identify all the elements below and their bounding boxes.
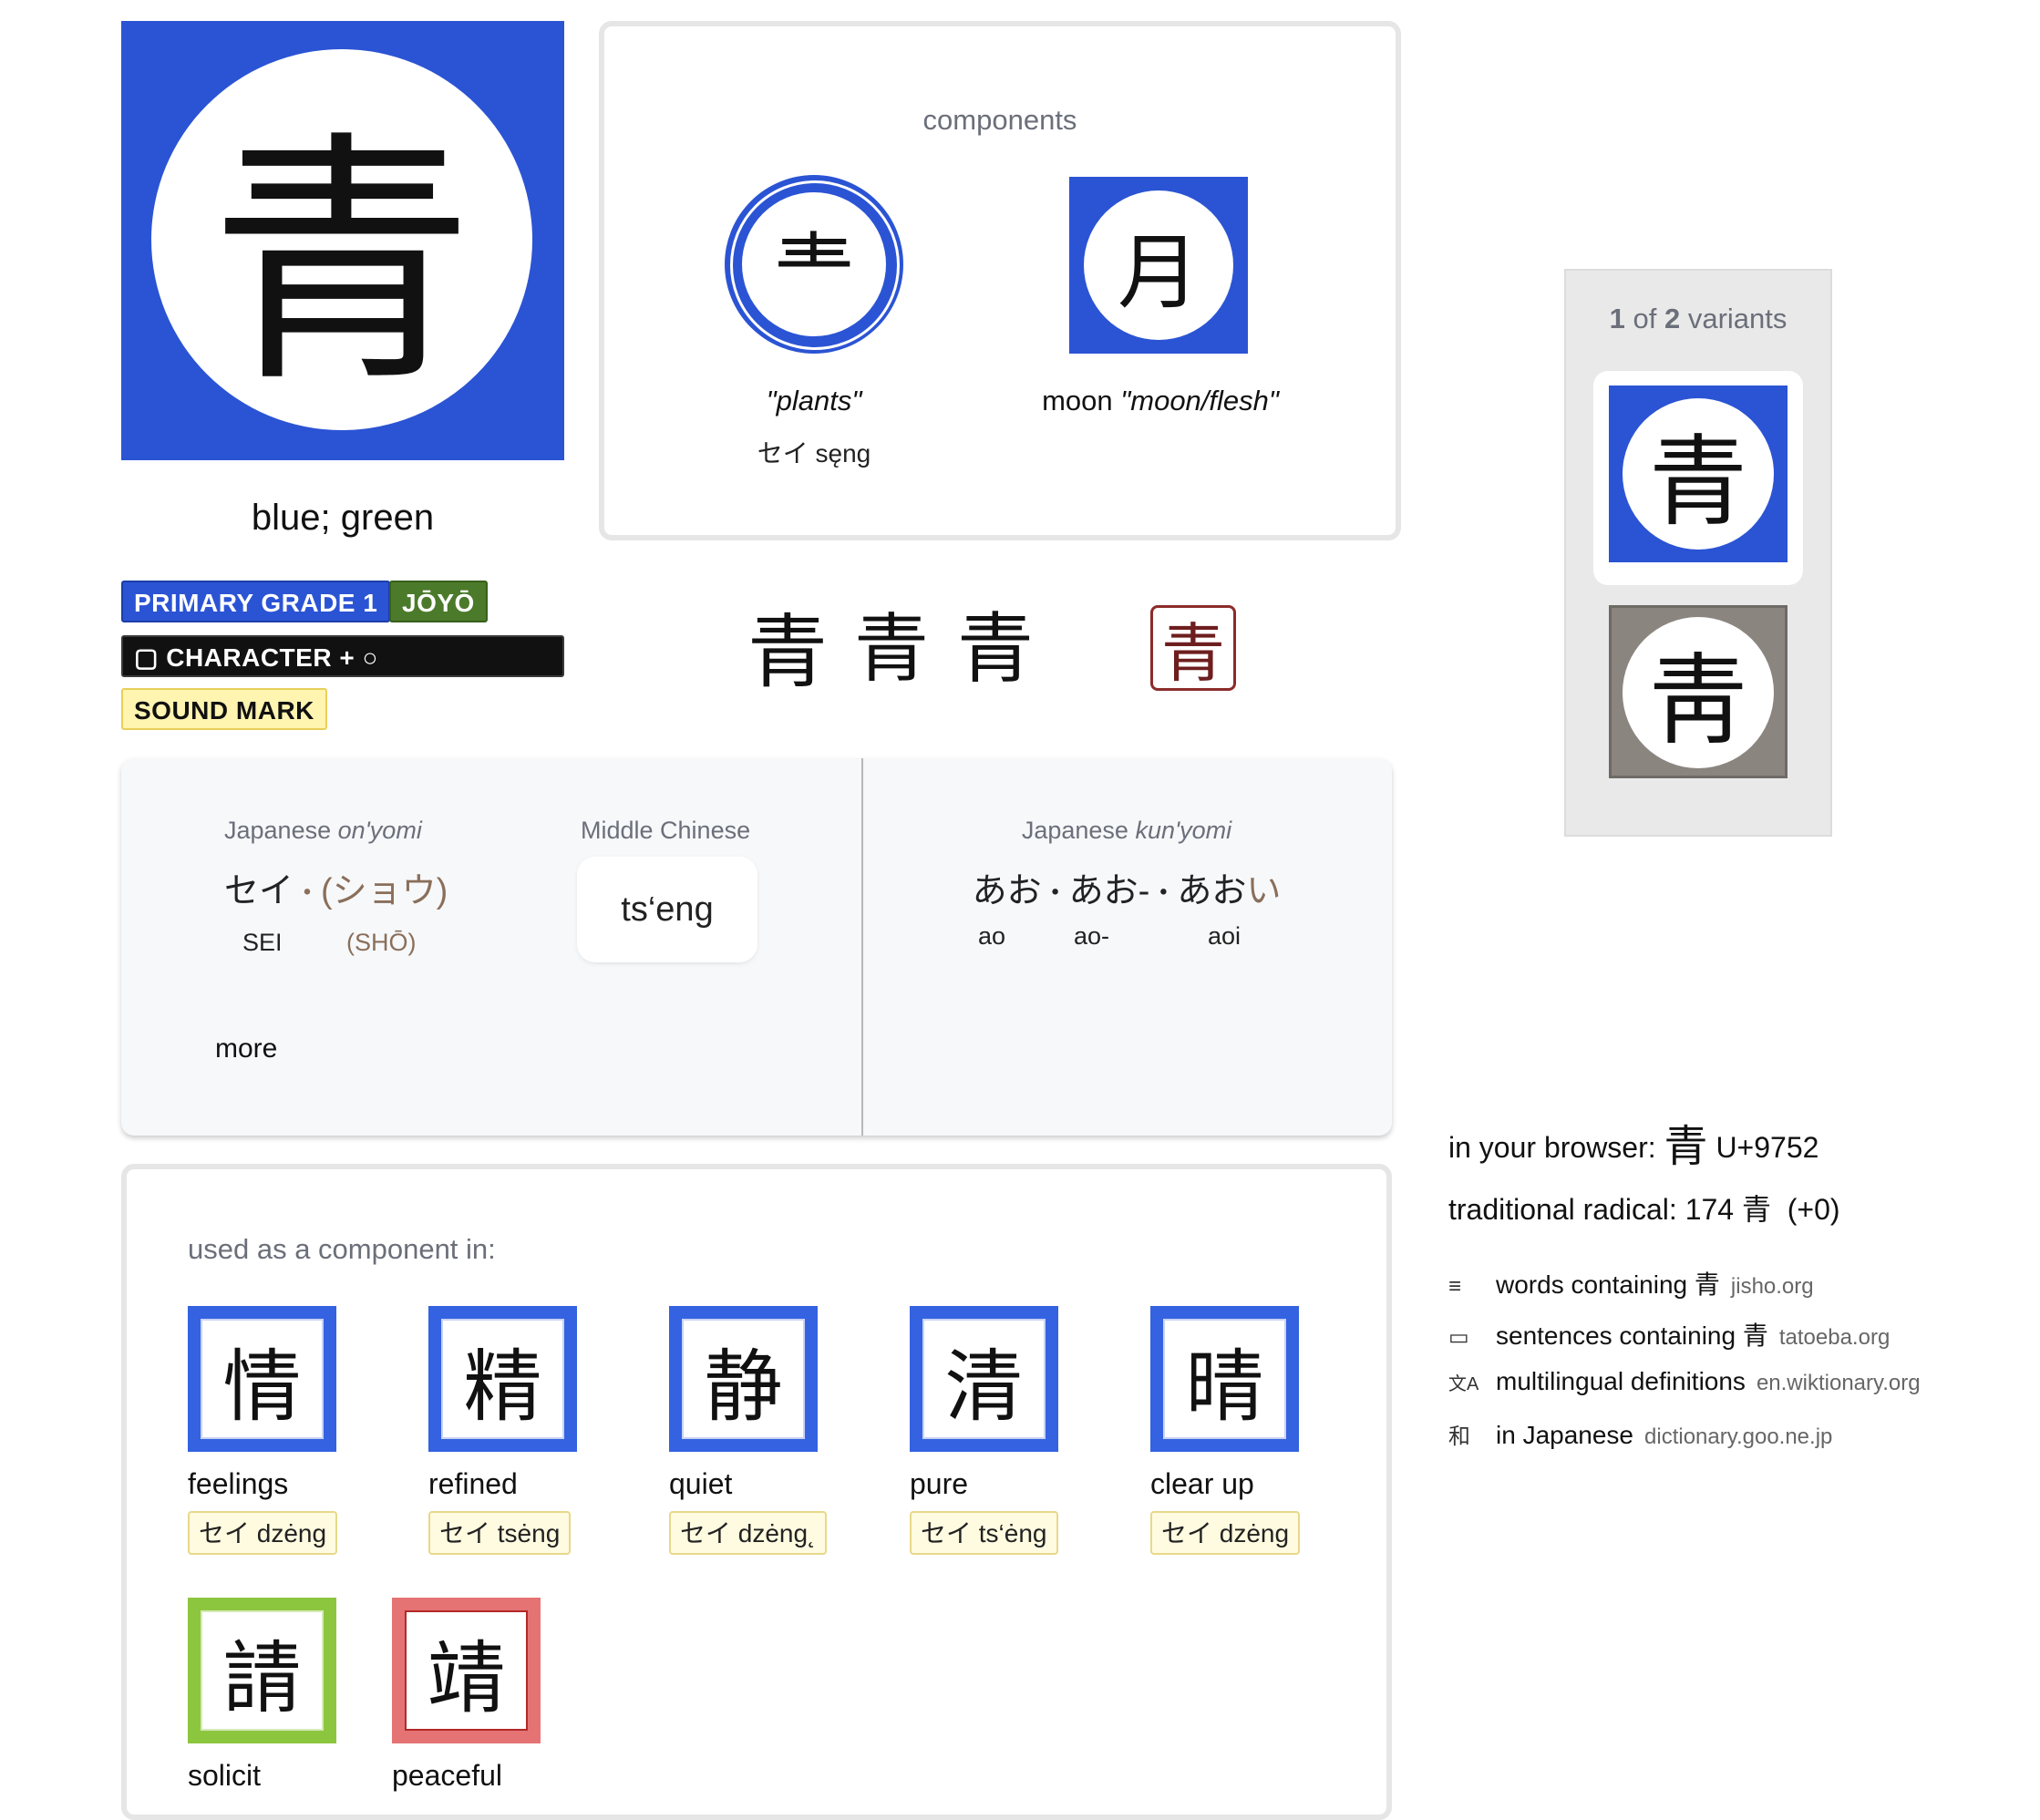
component-moon[interactable]: 月 bbox=[1069, 177, 1248, 354]
variant-glyph-1: 青 bbox=[1648, 426, 1747, 540]
component-use-clear-up[interactable]: 晴 bbox=[1150, 1306, 1299, 1452]
onyomi-readings: セイ・(ショウ) bbox=[224, 872, 448, 910]
used-as-component-heading: used as a component in: bbox=[188, 1233, 496, 1265]
variants-count: 1 of 2 variants bbox=[1609, 303, 1788, 334]
glyph-variant-3: 青 bbox=[957, 604, 1035, 694]
component-use-quiet-meaning: quiet bbox=[669, 1467, 733, 1500]
variants-current: 1 bbox=[1609, 303, 1625, 334]
kunyomi-readings: あお・あお-・あおい bbox=[972, 872, 1282, 910]
component-use-feelings[interactable]: 情 bbox=[188, 1306, 336, 1452]
component-use-clear-up-reading: セイ dzėng bbox=[1150, 1511, 1301, 1555]
components-heading: components bbox=[922, 104, 1077, 136]
component-use-refined-meaning: refined bbox=[428, 1467, 518, 1500]
variant-card-selected[interactable]: 青 bbox=[1593, 371, 1803, 585]
kunyomi-romaji-1: ao bbox=[978, 922, 1006, 950]
component-moon-word: moon bbox=[1042, 385, 1113, 416]
component-plants-glyph: 龶 bbox=[773, 224, 855, 320]
comment-icon: ▭ bbox=[1448, 1325, 1469, 1350]
link-japanese[interactable]: 和 in Japanese dictionary.goo.ne.jp bbox=[1448, 1418, 1832, 1450]
browser-label: in your browser: bbox=[1448, 1131, 1656, 1164]
component-use-pure-meaning: pure bbox=[910, 1467, 969, 1500]
component-use-refined[interactable]: 精 bbox=[428, 1306, 577, 1452]
variant-card-2[interactable]: 靑 bbox=[1609, 605, 1788, 778]
component-use-refined-reading: セイ tsėng bbox=[428, 1511, 572, 1555]
component-use-peaceful[interactable]: 靖 bbox=[392, 1598, 541, 1743]
joyo-badge[interactable]: JŌYŌ bbox=[389, 581, 488, 622]
component-plants-circle: 龶 bbox=[742, 192, 886, 336]
japanese-icon: 和 bbox=[1448, 1424, 1470, 1449]
middle-chinese-reading: ts‘eng bbox=[621, 889, 714, 929]
readings-panel: Japanese on'yomi セイ・(ショウ) SEI (SHŌ) Midd… bbox=[121, 758, 1392, 1136]
more-link[interactable]: more bbox=[215, 1033, 277, 1064]
component-plants-label: "plants" bbox=[766, 385, 862, 416]
component-moon-circle: 月 bbox=[1084, 190, 1233, 340]
main-kanji-card: 青 bbox=[121, 21, 564, 460]
sound-mark-badge[interactable]: SOUND MARK bbox=[121, 688, 327, 730]
onyomi-main: セイ bbox=[224, 872, 294, 910]
component-use-peaceful-meaning: peaceful bbox=[392, 1759, 502, 1792]
seal-glyph: 青 bbox=[1161, 615, 1225, 691]
kunyomi-label: Japanese kun'yomi bbox=[1021, 817, 1232, 844]
main-kanji-circle: 青 bbox=[151, 49, 532, 430]
readings-divider bbox=[861, 758, 863, 1136]
glyph-variant-2: 青 bbox=[854, 606, 930, 693]
component-use-clear-up-meaning: clear up bbox=[1150, 1467, 1254, 1500]
seal-glyph-stamp: 青 bbox=[1150, 605, 1236, 691]
middle-chinese-label: Middle Chinese bbox=[581, 817, 751, 844]
onyomi-alt: (ショウ) bbox=[321, 872, 448, 910]
translate-icon: 文A bbox=[1448, 1374, 1479, 1394]
component-moon-meaning: "moon/flesh" bbox=[1120, 385, 1279, 416]
browser-info: in your browser: 青 U+9752 bbox=[1448, 1110, 1818, 1174]
list-icon: ≡ bbox=[1448, 1274, 1462, 1299]
main-kanji-glyph: 青 bbox=[210, 110, 474, 417]
component-plants[interactable]: 龶 bbox=[725, 175, 903, 354]
radical-info: traditional radical: 174 青 (+0) bbox=[1448, 1193, 1840, 1226]
kunyomi-romaji-2: ao- bbox=[1074, 922, 1110, 950]
component-use-pure[interactable]: 清 bbox=[910, 1306, 1058, 1452]
grade-badge[interactable]: PRIMARY GRADE 1 bbox=[121, 581, 391, 622]
link-sentences[interactable]: ▭ sentences containing 青 tatoeba.org bbox=[1448, 1316, 1890, 1352]
component-use-feelings-reading: セイ dzėng bbox=[188, 1511, 338, 1555]
onyomi-alt-romaji: (SHŌ) bbox=[346, 929, 417, 956]
used-as-component-panel: used as a component in: 情 feelings セイ dz… bbox=[121, 1164, 1392, 1820]
component-use-quiet-reading: セイ dzėng˛ bbox=[669, 1511, 828, 1555]
component-use-solicit[interactable]: 請 bbox=[188, 1598, 336, 1743]
component-moon-label: moon "moon/flesh" bbox=[987, 385, 1334, 417]
variant-glyph-2: 靑 bbox=[1648, 644, 1747, 758]
variants-total: 2 bbox=[1664, 303, 1681, 334]
component-moon-glyph: 月 bbox=[1118, 225, 1200, 321]
kunyomi-romaji-3: aoi bbox=[1208, 922, 1242, 950]
structure-badge[interactable]: ▢ CHARACTER + ○ COMPONENT bbox=[121, 635, 564, 714]
link-words[interactable]: ≡ words containing 青 jisho.org bbox=[1448, 1265, 1814, 1301]
onyomi-label: Japanese on'yomi bbox=[224, 817, 422, 844]
component-use-solicit-meaning: solicit bbox=[188, 1759, 262, 1792]
browser-glyph: 青 bbox=[1664, 1123, 1708, 1171]
variants-panel: 1 of 2 variants 青 靑 bbox=[1564, 269, 1832, 837]
component-use-feelings-meaning: feelings bbox=[188, 1467, 289, 1500]
component-use-quiet[interactable]: 静 bbox=[669, 1306, 818, 1452]
glyph-variant-1: 青 bbox=[747, 605, 829, 699]
meaning-text: blue; green bbox=[251, 498, 435, 538]
component-plants-reading: セイ sęng bbox=[757, 439, 871, 468]
components-panel: components 龶 "plants" セイ sęng 月 moon "mo… bbox=[599, 21, 1401, 540]
link-definitions[interactable]: 文A multilingual definitions en.wiktionary.… bbox=[1448, 1367, 1921, 1396]
component-use-pure-reading: セイ ts‘ėng bbox=[910, 1511, 1058, 1555]
onyomi-main-romaji: SEI bbox=[242, 929, 283, 956]
codepoint: U+9752 bbox=[1715, 1131, 1819, 1164]
middle-chinese-chip[interactable]: ts‘eng bbox=[581, 860, 754, 959]
